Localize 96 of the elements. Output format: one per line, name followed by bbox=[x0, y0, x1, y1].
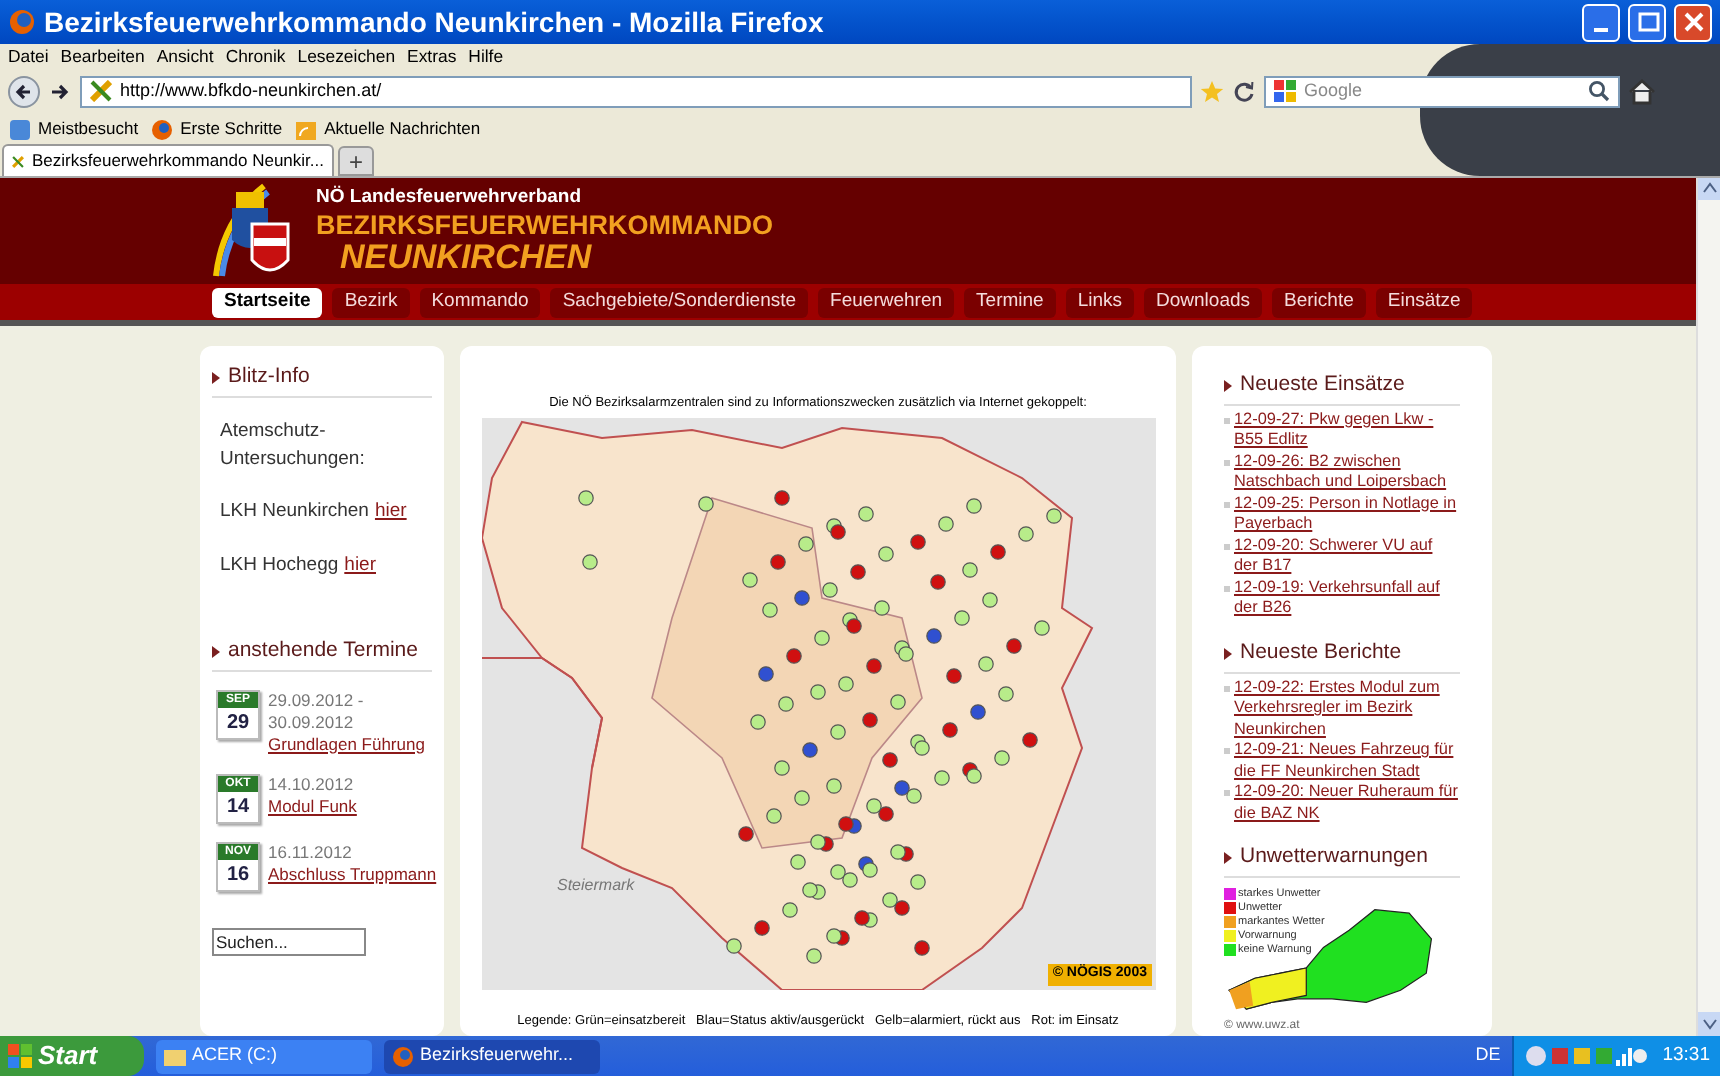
event-date: 29.09.2012 - 30.09.2012 bbox=[268, 689, 366, 733]
close-button[interactable] bbox=[1674, 3, 1712, 41]
section-heading: Neueste Einsätze bbox=[1240, 370, 1405, 400]
news-link[interactable]: 12-09-20: Schwerer VU auf der B17 bbox=[1234, 535, 1460, 578]
taskbar-button[interactable]: ACER (C:) bbox=[156, 1039, 372, 1073]
bullet-icon bbox=[212, 645, 220, 658]
address-field[interactable]: http://www.bfkdo-neunkirchen.at/ bbox=[80, 75, 1192, 107]
bullet-icon bbox=[1224, 748, 1230, 754]
firefox-icon bbox=[8, 8, 36, 36]
bullet-icon bbox=[1224, 543, 1230, 550]
maximize-icon bbox=[1633, 8, 1661, 36]
news-link[interactable]: 12-09-20: Neuer Ruheraum für die BAZ NK bbox=[1234, 782, 1460, 824]
menu-item[interactable]: Extras bbox=[407, 47, 457, 65]
site-subtitle: NEUNKIRCHEN bbox=[338, 239, 594, 273]
clock: 13:31 bbox=[1662, 1041, 1710, 1070]
tray-icons-drawing bbox=[1524, 1044, 1649, 1068]
bullet-icon bbox=[1224, 685, 1230, 691]
search-field[interactable]: Google bbox=[1264, 75, 1620, 107]
menu-item[interactable]: Ansicht bbox=[156, 47, 214, 65]
scroll-down-button[interactable] bbox=[1698, 1012, 1720, 1036]
nav-link[interactable]: Sachgebiete/Sonderdienste bbox=[550, 287, 809, 317]
search-engine-icon bbox=[1274, 80, 1296, 102]
new-tab-button[interactable]: + bbox=[338, 146, 374, 176]
bullet-icon bbox=[1224, 647, 1232, 660]
language-indicator[interactable]: DE bbox=[1475, 1042, 1501, 1070]
news-link[interactable]: 12-09-26: B2 zwischen Natschbach und Loipersbach bbox=[1234, 451, 1460, 494]
window-title: Bezirksfeuerwehrkommando Neunkirchen - Mozilla Firefox bbox=[44, 3, 826, 41]
minimize-button[interactable] bbox=[1582, 3, 1620, 41]
bullet-icon bbox=[1224, 501, 1230, 508]
search-field[interactable]: Suchen... bbox=[212, 927, 366, 955]
search-icon[interactable] bbox=[1588, 80, 1610, 102]
section-heading: Unwetterwarnungen bbox=[1240, 842, 1428, 872]
maximize-button[interactable] bbox=[1628, 3, 1666, 41]
bullet-icon bbox=[1224, 851, 1232, 864]
bookmarks-folder-icon bbox=[8, 117, 32, 141]
news-link[interactable]: 12-09-19: Verkehrsunfall auf der B26 bbox=[1234, 577, 1460, 620]
reload-icon[interactable] bbox=[1232, 79, 1256, 103]
org-name: NÖ Landesfeuerwehrverband bbox=[316, 187, 584, 206]
info-text: Atemschutz-Untersuchungen: bbox=[218, 417, 367, 474]
home-button[interactable] bbox=[1628, 77, 1656, 105]
start-button[interactable]: Start bbox=[0, 1036, 144, 1076]
news-link[interactable]: 12-09-22: Erstes Modul zum Verkehrsregler im Bezirk Neunkirchen bbox=[1234, 677, 1460, 740]
link[interactable]: hier bbox=[374, 498, 407, 527]
section-heading: Neueste Berichte bbox=[1240, 637, 1402, 668]
bullet-icon bbox=[1224, 585, 1230, 592]
news-link[interactable]: 12-09-25: Person in Notlage in Payerbach bbox=[1234, 493, 1460, 536]
nav-link[interactable]: Berichte bbox=[1272, 287, 1366, 317]
nav-link[interactable]: Bezirk bbox=[332, 287, 410, 317]
event-link[interactable]: Modul Funk bbox=[268, 795, 396, 817]
event-date: 14.10.2012 bbox=[268, 773, 356, 795]
close-icon bbox=[1679, 8, 1707, 36]
nav-link[interactable]: Kommando bbox=[419, 287, 541, 317]
folder-icon bbox=[164, 1046, 186, 1066]
minimize-icon bbox=[1594, 28, 1608, 32]
bullet-icon bbox=[1224, 459, 1230, 466]
news-link[interactable]: 12-09-27: Pkw gegen Lkw - B55 Edlitz bbox=[1234, 409, 1460, 452]
taskbar-button[interactable]: Bezirksfeuerwehr... bbox=[384, 1039, 600, 1073]
site-title: BEZIRKSFEUERWEHRKOMMANDO bbox=[316, 212, 773, 239]
bullet-icon bbox=[1224, 790, 1230, 796]
section-heading: anstehende Termine bbox=[228, 635, 418, 666]
info-text: LKH Neunkirchen bbox=[220, 498, 369, 527]
site-icon bbox=[12, 151, 25, 171]
scroll-up-button[interactable] bbox=[1698, 176, 1720, 200]
section-heading: Blitz-Info bbox=[228, 362, 310, 392]
menu-item[interactable]: Hilfe bbox=[468, 47, 504, 65]
link[interactable]: hier bbox=[344, 551, 376, 580]
info-text: LKH Hochegg bbox=[220, 551, 339, 579]
event-link[interactable]: Abschluss Truppmann bbox=[268, 863, 437, 885]
region-label: Steiermark bbox=[557, 873, 635, 898]
nav-link[interactable]: Termine bbox=[964, 287, 1056, 317]
bullet-icon bbox=[1224, 417, 1230, 424]
bookmark-link[interactable]: Erste Schritte bbox=[150, 116, 283, 142]
menu-item[interactable]: Chronik bbox=[225, 47, 286, 65]
browser-tab[interactable]: Bezirksfeuerwehrkommando Neunkir... bbox=[2, 144, 334, 176]
event-link[interactable]: Grundlagen Führung bbox=[268, 733, 425, 755]
nav-link[interactable]: Startseite bbox=[212, 287, 323, 317]
nav-link[interactable]: Downloads bbox=[1144, 287, 1263, 317]
nav-link[interactable]: Feuerwehren bbox=[818, 287, 955, 317]
nav-link[interactable]: Links bbox=[1065, 287, 1135, 317]
menu-item[interactable]: Datei bbox=[8, 47, 49, 65]
menu-item[interactable]: Lesezeichen bbox=[297, 47, 396, 65]
firefox-icon bbox=[392, 1045, 414, 1067]
nav-link[interactable]: Einsätze bbox=[1375, 287, 1473, 317]
menu-item[interactable]: Bearbeiten bbox=[60, 47, 145, 65]
bullet-icon bbox=[1224, 379, 1232, 392]
news-link[interactable]: 12-09-21: Neues Fahrzeug für die FF Neunkirchen Stadt bbox=[1234, 740, 1460, 782]
windows-logo-icon bbox=[8, 1044, 32, 1068]
firefox-icon bbox=[150, 117, 175, 141]
bookmark-link[interactable]: Aktuelle Nachrichten bbox=[294, 116, 481, 142]
event-date: 16.11.2012 bbox=[268, 841, 354, 863]
bookmark-link[interactable]: Meistbesucht bbox=[8, 116, 139, 142]
star-icon[interactable] bbox=[1200, 79, 1224, 103]
back-button[interactable] bbox=[8, 75, 40, 107]
site-icon bbox=[90, 80, 112, 102]
feed-icon bbox=[294, 117, 319, 141]
bullet-icon bbox=[212, 371, 220, 384]
